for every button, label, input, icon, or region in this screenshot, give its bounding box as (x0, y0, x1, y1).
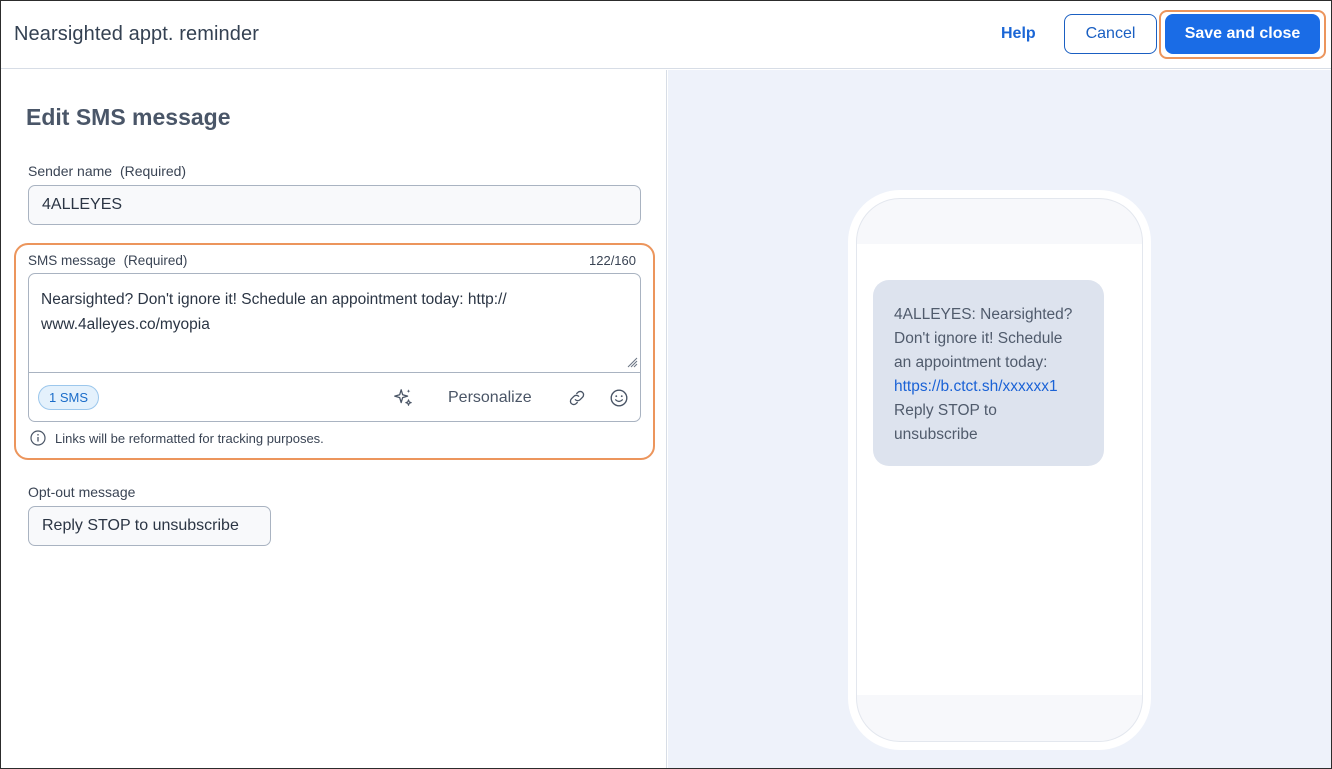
phone-message-area: 4ALLEYES: Nearsighted? Don't ignore it! … (857, 244, 1142, 695)
sender-name-input[interactable]: 4ALLEYES (28, 185, 641, 225)
sms-message-label: SMS message (Required) (28, 253, 187, 268)
bubble-line: Don't ignore it! Schedule (894, 330, 1063, 347)
sparkle-icon[interactable] (392, 387, 414, 409)
cancel-button[interactable]: Cancel (1064, 14, 1157, 54)
bubble-line: unsubscribe (894, 426, 978, 443)
editor-panel: Edit SMS message Sender name (Required) … (1, 70, 667, 768)
app-window: Nearsighted appt. reminder Help Cancel S… (0, 0, 1332, 769)
character-counter: 122/160 (589, 253, 636, 268)
phone-preview: 4ALLEYES: Nearsighted? Don't ignore it! … (848, 190, 1151, 750)
sms-message-textarea[interactable]: Nearsighted? Don't ignore it! Schedule a… (41, 287, 581, 337)
sms-count-badge: 1 SMS (38, 385, 100, 410)
sms-message-line: Nearsighted? Don't ignore it! Schedule a… (41, 291, 507, 308)
optout-message-input[interactable]: Reply STOP to unsubscribe (28, 506, 271, 546)
section-title: Edit SMS message (26, 104, 231, 130)
emoji-icon[interactable] (608, 387, 630, 409)
bubble-line: 4ALLEYES: Nearsighted? (894, 306, 1073, 323)
sms-toolbar-divider (29, 372, 640, 373)
sender-name-label-text: Sender name (28, 163, 113, 179)
page-title: Nearsighted appt. reminder (14, 23, 259, 45)
bubble-line: Reply STOP to (894, 402, 997, 419)
sms-preview-bubble: 4ALLEYES: Nearsighted? Don't ignore it! … (873, 280, 1104, 466)
sender-name-label: Sender name (Required) (28, 163, 186, 179)
phone-screen: 4ALLEYES: Nearsighted? Don't ignore it! … (856, 198, 1143, 742)
sender-name-required: (Required) (119, 163, 187, 179)
sms-message-box: Nearsighted? Don't ignore it! Schedule a… (28, 273, 641, 422)
resize-handle-icon[interactable] (626, 356, 638, 368)
bubble-link[interactable]: https://b.ctct.sh/xxxxxx1 (894, 375, 1084, 399)
header-bar: Nearsighted appt. reminder Help Cancel S… (1, 1, 1331, 69)
info-icon (30, 430, 46, 446)
link-icon[interactable] (567, 388, 587, 408)
save-and-close-button[interactable]: Save and close (1165, 14, 1320, 54)
tracking-info-text: Links will be reformatted for tracking p… (55, 430, 324, 446)
sms-message-required: (Required) (123, 253, 188, 268)
tracking-info: Links will be reformatted for tracking p… (30, 430, 324, 446)
sms-message-label-text: SMS message (28, 253, 116, 268)
help-link[interactable]: Help (1001, 25, 1036, 43)
optout-label: Opt-out message (28, 484, 136, 500)
bubble-line: an appointment today: (894, 354, 1048, 371)
personalize-button[interactable]: Personalize (448, 389, 532, 407)
preview-panel: 4ALLEYES: Nearsighted? Don't ignore it! … (668, 70, 1331, 768)
sms-message-line: www.4alleyes.co/myopia (41, 316, 210, 333)
